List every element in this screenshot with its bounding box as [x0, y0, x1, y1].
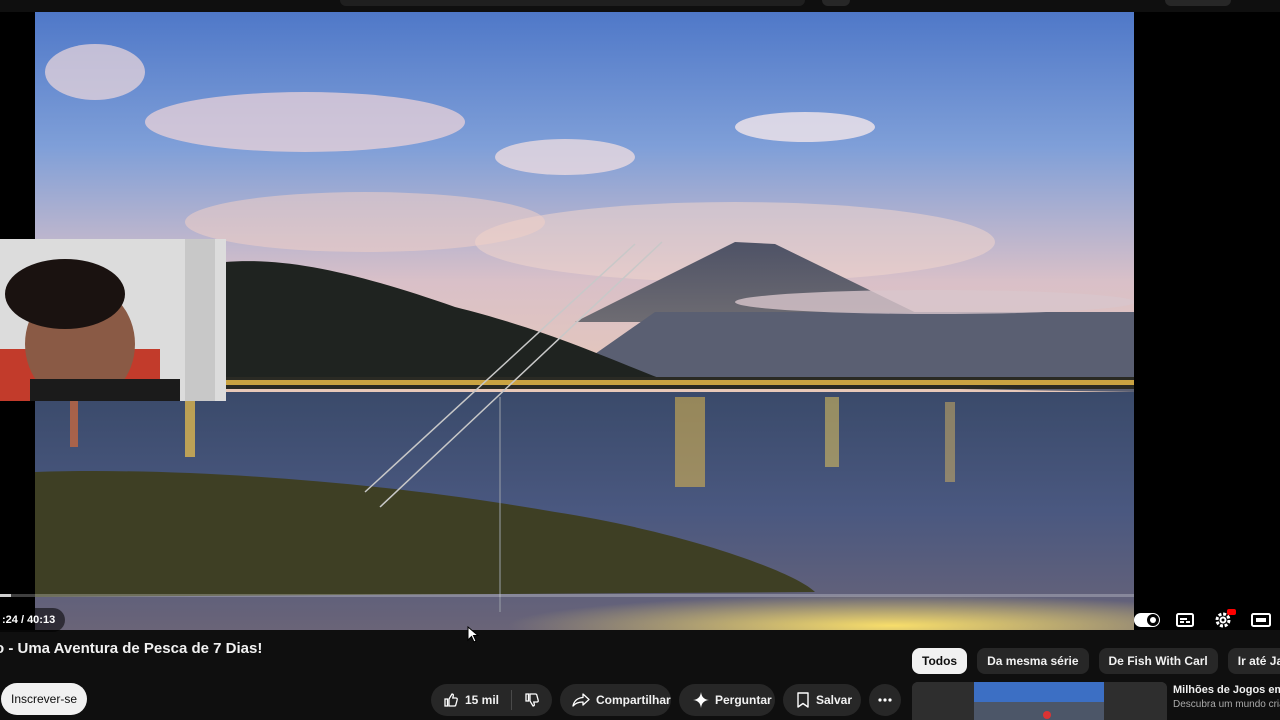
subtitles-icon	[1176, 613, 1194, 627]
hd-badge	[1227, 609, 1236, 615]
share-label: Compartilhar	[596, 693, 671, 707]
webcam-overlay	[0, 239, 226, 401]
related-filter-chips: Todos Da mesma série De Fish With Carl I…	[912, 648, 1280, 674]
mouse-cursor-icon	[467, 626, 479, 643]
sparkle-icon	[693, 692, 709, 708]
recommendation-item[interactable]: Milhões de Jogos em Descubra um mundo cr…	[912, 682, 1280, 720]
save-button[interactable]: Salvar	[783, 684, 861, 716]
like-dislike-group: 15 mil	[431, 684, 552, 716]
like-button[interactable]: 15 mil	[431, 690, 512, 710]
autoplay-toggle-icon	[1134, 613, 1160, 627]
theater-mode-button[interactable]	[1248, 607, 1274, 633]
share-button[interactable]: Compartilhar	[560, 684, 671, 716]
video-player[interactable]: :24 / 40:13	[0, 12, 1280, 632]
streamer-face-image	[0, 239, 226, 401]
chip-same-series[interactable]: Da mesma série	[977, 648, 1089, 674]
thumbs-up-icon	[444, 693, 458, 707]
progress-bar[interactable]	[0, 594, 1134, 597]
ask-label: Perguntar	[715, 693, 772, 707]
recommendation-title: Milhões de Jogos em	[1173, 684, 1280, 696]
recommendation-thumbnail[interactable]	[912, 682, 1167, 720]
video-title: o - Uma Aventura de Pesca de 7 Dias!	[0, 640, 263, 657]
more-horizontal-icon	[878, 698, 892, 702]
search-bar-edge[interactable]	[340, 0, 805, 6]
sign-in-button-edge[interactable]	[1165, 0, 1231, 6]
share-icon	[572, 693, 590, 707]
voice-search-button-edge[interactable]	[822, 0, 850, 6]
more-actions-button[interactable]	[869, 684, 901, 716]
save-label: Salvar	[816, 693, 853, 707]
autoplay-toggle[interactable]	[1134, 607, 1160, 633]
settings-button[interactable]	[1210, 607, 1236, 633]
video-actions: 15 mil Compartilhar Perguntar Salvar	[431, 684, 901, 716]
subscribe-button[interactable]: Inscrever-se	[1, 683, 87, 715]
chip-all[interactable]: Todos	[912, 648, 968, 674]
top-bar	[0, 0, 1280, 12]
dislike-button[interactable]	[512, 690, 552, 710]
chip-from-channel[interactable]: De Fish With Carl	[1098, 648, 1218, 674]
thumbs-down-icon	[525, 693, 539, 707]
subtitles-button[interactable]	[1172, 607, 1198, 633]
time-display: :24 / 40:13	[0, 608, 66, 632]
chip-go-to-japan[interactable]: Ir até Japão	[1227, 648, 1280, 674]
ask-button[interactable]: Perguntar	[679, 684, 775, 716]
recommendation-description: Descubra um mundo cria	[1173, 699, 1280, 710]
player-controls-right	[1134, 606, 1280, 634]
like-count: 15 mil	[464, 693, 500, 707]
progress-played	[0, 594, 12, 597]
bookmark-icon	[797, 692, 809, 708]
recommendation-thumbnail-image	[912, 682, 1167, 720]
theater-mode-icon	[1251, 613, 1271, 627]
